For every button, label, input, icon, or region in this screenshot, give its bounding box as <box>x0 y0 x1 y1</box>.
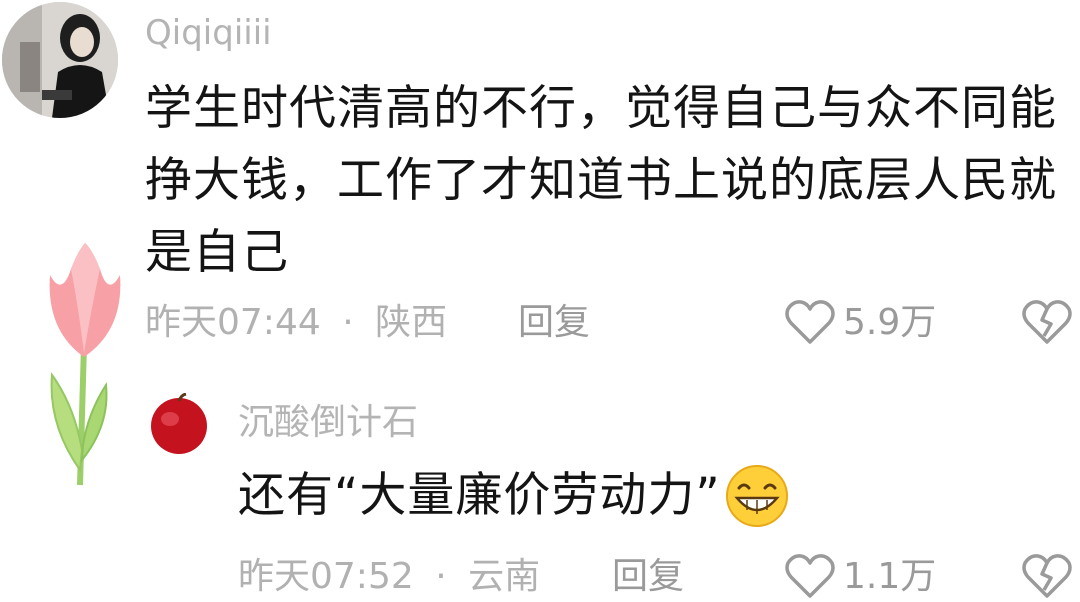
grinning-emoji-icon <box>725 465 788 527</box>
comment-text: 学生时代清高的不行，觉得自己与众不同能挣大钱，工作了才知道书上说的底层人民就是自… <box>145 81 1057 280</box>
reply-username[interactable]: 沉酸倒计石 <box>238 398 418 448</box>
commenter-username[interactable]: Qiqiqiiii <box>145 8 272 58</box>
comment-separator: · <box>342 302 354 343</box>
comment-time: 昨天07:44 <box>145 302 321 343</box>
comment-reply-button[interactable]: 回复 <box>518 298 590 348</box>
reply-reply-button[interactable]: 回复 <box>612 552 684 602</box>
comment-dislike-button[interactable] <box>1022 298 1072 348</box>
reply-like-button[interactable]: 1.1万 <box>785 552 936 602</box>
commenter-avatar[interactable] <box>2 2 118 118</box>
reply-location: 云南 <box>468 556 541 597</box>
reply-time: 昨天07:52 <box>238 556 414 597</box>
broken-heart-icon <box>1022 554 1072 598</box>
comment-like-count: 5.9万 <box>843 302 937 343</box>
comment-location: 陕西 <box>375 302 448 343</box>
heart-outline-icon <box>785 554 835 598</box>
broken-heart-icon <box>1022 300 1072 344</box>
heart-outline-icon <box>785 300 835 344</box>
reply-text-row: 还有“大量廉价劳动力” <box>238 463 789 529</box>
reply-avatar-apple[interactable] <box>148 393 210 455</box>
reply-separator: · <box>435 556 447 597</box>
reply-meta: 昨天07:52 · 云南 <box>238 552 540 602</box>
reply-text: 还有“大量廉价劳动力” <box>238 468 721 523</box>
comment-like-button[interactable]: 5.9万 <box>785 298 936 348</box>
commenter-avatar-image <box>2 2 118 118</box>
comment-meta: 昨天07:44 · 陕西 <box>145 298 447 348</box>
reply-dislike-button[interactable] <box>1022 552 1072 602</box>
tulip-sticker <box>49 243 121 486</box>
reply-like-count: 1.1万 <box>843 556 937 597</box>
